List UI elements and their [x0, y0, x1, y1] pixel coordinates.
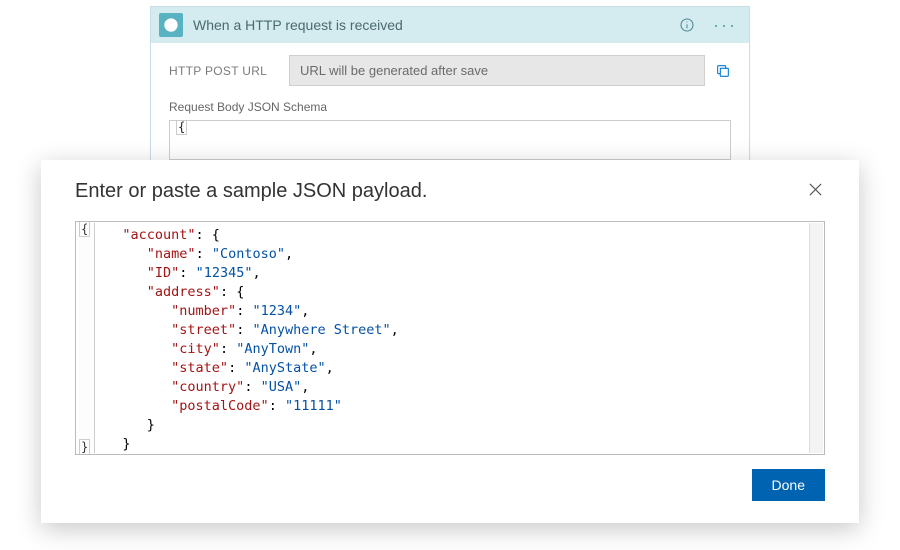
trigger-card: When a HTTP request is received ··· HTTP…: [150, 6, 750, 179]
sample-payload-dialog: Enter or paste a sample JSON payload. { …: [41, 160, 859, 523]
card-title: When a HTTP request is received: [193, 17, 665, 33]
info-icon[interactable]: [675, 15, 699, 35]
fold-open-icon: {: [79, 222, 90, 237]
card-body: HTTP POST URL URL will be generated afte…: [151, 43, 749, 178]
json-editor[interactable]: { } "account": { "name": "Contoso", "ID"…: [75, 221, 825, 455]
close-icon[interactable]: [806, 180, 825, 199]
copy-icon[interactable]: [715, 63, 731, 79]
more-icon[interactable]: ···: [709, 18, 741, 32]
schema-input[interactable]: {: [169, 120, 731, 160]
card-header: When a HTTP request is received ···: [151, 7, 749, 43]
post-url-field: URL will be generated after save: [289, 55, 705, 86]
json-code[interactable]: "account": { "name": "Contoso", "ID": "1…: [98, 226, 818, 454]
scrollbar[interactable]: [809, 223, 823, 453]
schema-label: Request Body JSON Schema: [169, 100, 731, 114]
post-url-label: HTTP POST URL: [169, 64, 289, 78]
http-trigger-icon: [159, 13, 183, 37]
editor-gutter: { }: [77, 223, 95, 453]
dialog-title: Enter or paste a sample JSON payload.: [75, 180, 806, 203]
done-button[interactable]: Done: [752, 469, 825, 501]
fold-close-icon: }: [79, 439, 90, 454]
schema-brace: {: [176, 120, 187, 135]
